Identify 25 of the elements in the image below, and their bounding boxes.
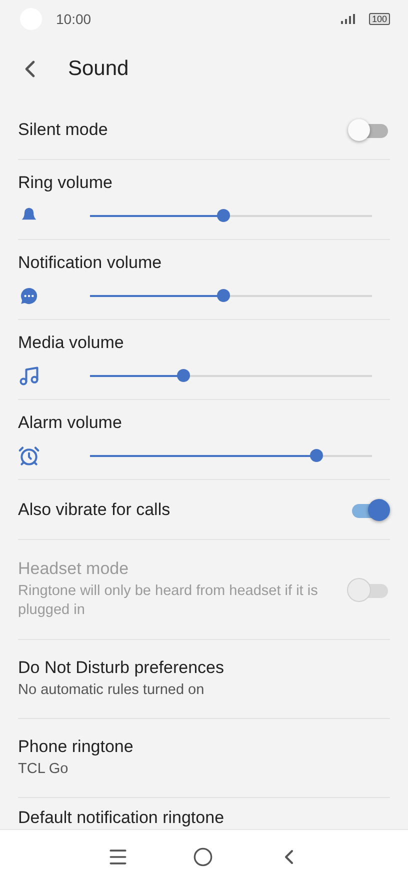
setting-label[interactable]: Phone ringtone <box>18 737 390 757</box>
setting-summary: Ringtone will only be heard from headset if it is plugged in <box>18 582 319 620</box>
setting-label: Silent mode <box>18 120 108 140</box>
setting-summary: TCL Go <box>18 760 70 779</box>
slider-thumb[interactable] <box>216 208 230 222</box>
setting-label: Notification volume <box>18 252 163 272</box>
setting-label[interactable]: Do Not Disturb preferences <box>18 658 390 678</box>
setting-summary: No automatic rules turned on <box>18 681 206 700</box>
setting-label: Alarm volume <box>18 412 123 432</box>
signal-icon <box>340 14 355 24</box>
setting-label: Ring volume <box>18 172 114 192</box>
home-icon[interactable] <box>193 847 213 867</box>
setting-label: Media volume <box>18 332 125 352</box>
music-icon <box>18 364 40 386</box>
setting-label: Also vibrate for calls <box>18 500 170 520</box>
page-title: Sound <box>68 57 129 81</box>
slider-thumb[interactable] <box>310 448 323 462</box>
slider-thumb[interactable] <box>216 288 230 302</box>
slider-thumb[interactable] <box>177 368 190 382</box>
setting-label[interactable]: Default notification ringtone <box>18 808 390 828</box>
battery-level: 100 <box>368 13 390 25</box>
status-time: 10:00 <box>56 11 92 27</box>
alarm-icon <box>18 444 40 466</box>
setting-label: Headset mode <box>18 559 130 579</box>
toggle-switch[interactable] <box>348 118 388 142</box>
